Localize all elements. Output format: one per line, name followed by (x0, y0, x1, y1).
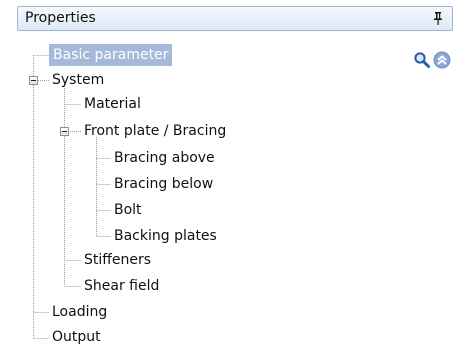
tree-item-material[interactable]: Material (84, 93, 141, 115)
properties-window: { "panel": { "title": "Properties", "pin… (0, 0, 467, 349)
tree-item-stiffeners[interactable]: Stiffeners (84, 249, 151, 271)
tree-item-loading[interactable]: Loading (52, 301, 107, 323)
expander-front-plate-bracing[interactable] (60, 127, 69, 136)
tree-item-shear-field[interactable]: Shear field (84, 275, 159, 297)
tree-item-basic-parameter[interactable]: Basic parameter (49, 44, 173, 66)
tree-item-bolt[interactable]: Bolt (114, 199, 142, 221)
tree-item-system[interactable]: System (52, 69, 104, 91)
tree-item-front-plate-bracing[interactable]: Front plate / Bracing (84, 120, 226, 142)
expander-system[interactable] (29, 76, 38, 85)
tree-item-output[interactable]: Output (52, 326, 101, 348)
tree-item-backing-plates[interactable]: Backing plates (114, 225, 217, 247)
tree-item-bracing-below[interactable]: Bracing below (114, 173, 213, 195)
tree-item-bracing-above[interactable]: Bracing above (114, 147, 215, 169)
